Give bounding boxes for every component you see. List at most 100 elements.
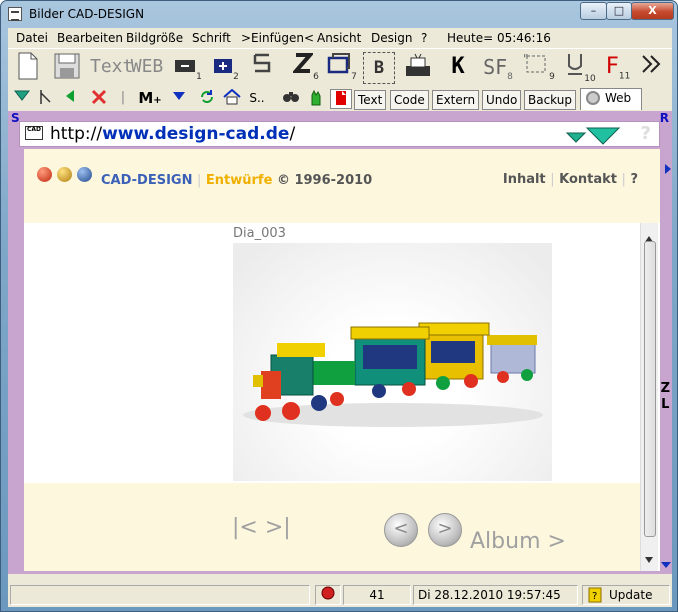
update-button[interactable]: ? Update — [582, 585, 670, 605]
triangle-down-green-icon — [13, 90, 31, 101]
menu-bildgroesse[interactable]: Bildgröße — [126, 31, 183, 45]
brand-sep: | — [196, 173, 202, 188]
blue-ball-icon — [77, 167, 92, 182]
text-tool-button[interactable]: Text — [90, 52, 133, 84]
frame-7-button[interactable]: 7 — [326, 52, 358, 84]
site-nav: Inhalt | Kontakt | ? — [503, 172, 638, 187]
menu-design[interactable]: Design — [371, 31, 412, 45]
app-icon — [8, 7, 22, 21]
next-slide-button[interactable]: > — [428, 513, 462, 547]
more-tools-button[interactable] — [638, 52, 664, 84]
help-faded-icon: ? — [640, 123, 651, 144]
url-input[interactable]: http://www.design-cad.de/ — [50, 124, 295, 144]
format-6-button[interactable]: 6 — [290, 52, 322, 84]
vertical-scrollbar[interactable] — [640, 223, 658, 571]
menu-einfuegen[interactable]: >Einfügen< — [241, 31, 314, 45]
delete-button[interactable] — [88, 89, 110, 109]
plus-small-icon: + — [153, 95, 162, 106]
insert-button-2[interactable]: 2 — [208, 52, 244, 84]
copyright: © 1996-2010 — [276, 173, 373, 188]
brand-name[interactable]: CAD-DESIGN — [101, 173, 192, 188]
sf-button[interactable]: SF8 — [480, 52, 516, 84]
tab-code[interactable]: Code — [390, 90, 429, 110]
radio-icon — [586, 91, 600, 105]
quote-box-icon: " — [523, 52, 546, 73]
side-label-l: L — [661, 397, 670, 412]
refresh-button[interactable] — [196, 89, 218, 109]
status-bar: 41 Di 28.12.2010 19:57:45 ? Update — [8, 583, 672, 607]
minimize-button[interactable]: – — [580, 2, 607, 20]
sub-10: 10 — [584, 74, 596, 84]
web-page: CAD-DESIGN | Entwürfe © 1996-2010 Inhalt… — [24, 149, 660, 571]
bold-button[interactable]: B — [363, 52, 395, 84]
dropdown-green-button[interactable] — [12, 89, 32, 109]
slide-caption: Dia_003 — [233, 226, 286, 241]
sub-8: 8 — [507, 72, 513, 82]
url-domain: www.design-cad.de — [102, 124, 290, 144]
tab-backup[interactable]: Backup — [524, 90, 576, 110]
nav-help[interactable]: ? — [630, 172, 638, 187]
status-count: 41 — [343, 585, 411, 605]
sub-11: 11 — [618, 71, 631, 82]
album-link[interactable]: Album > — [470, 529, 566, 554]
menu-ansicht[interactable]: Ansicht — [317, 31, 361, 45]
address-bar[interactable]: CAD http://www.design-cad.de/ ? — [19, 121, 660, 147]
dropdown-blue-button[interactable] — [168, 89, 190, 109]
sub-6: 6 — [313, 72, 319, 82]
cursor-button[interactable] — [36, 89, 56, 109]
cursor-icon — [40, 90, 51, 104]
sub-9: 9 — [549, 72, 555, 82]
u-glyph-icon — [568, 54, 583, 75]
link-entwuerfe[interactable]: Entwürfe — [206, 173, 273, 188]
main-toolbar: Text WEB 1 2 6 7 B K SF8 " 9 10 F11 — [8, 48, 672, 85]
back-button[interactable] — [60, 89, 80, 109]
side-label-z: Z — [660, 381, 670, 396]
side-arrow-right-icon — [665, 159, 671, 178]
save-button[interactable] — [52, 52, 82, 84]
site-header: CAD-DESIGN | Entwürfe © 1996-2010 Inhalt… — [24, 149, 660, 223]
s-menu-button[interactable]: S.. — [246, 89, 268, 109]
tab-web[interactable]: Web — [580, 88, 642, 110]
scroll-down-icon[interactable] — [645, 548, 653, 567]
hand-icon — [311, 89, 321, 106]
tab-text[interactable]: Text — [354, 90, 387, 110]
window-title: Bilder CAD-DESIGN — [29, 7, 145, 21]
k-button[interactable]: K — [444, 52, 472, 84]
svg-text:": " — [523, 52, 529, 66]
menu-help[interactable]: ? — [421, 31, 427, 45]
font-11-button[interactable]: F11 — [604, 52, 632, 84]
print-button[interactable] — [402, 52, 434, 84]
toy-train-photo[interactable] — [233, 243, 552, 481]
quote-9-button[interactable]: " 9 — [520, 52, 556, 84]
hand-button[interactable] — [305, 89, 327, 109]
find-button[interactable] — [280, 89, 302, 109]
maximize-button[interactable]: □ — [606, 2, 632, 20]
menu-datei[interactable]: Datei — [16, 31, 48, 45]
underline-10-button[interactable]: 10 — [564, 52, 598, 84]
menu-schrift[interactable]: Schrift — [192, 31, 231, 45]
web-tool-button[interactable]: WEB — [129, 52, 165, 84]
printer-icon — [406, 53, 430, 76]
history-dropdown-icon[interactable] — [565, 126, 621, 146]
nav-kontakt[interactable]: Kontakt — [559, 172, 617, 187]
double-chevron-right-icon — [642, 55, 661, 73]
menu-bearbeiten[interactable]: Bearbeiten — [57, 31, 123, 45]
url-suffix: / — [289, 124, 296, 144]
home-button[interactable] — [221, 88, 243, 109]
prev-slide-button[interactable]: < — [384, 513, 418, 547]
document-button[interactable] — [330, 89, 352, 109]
nav-inhalt[interactable]: Inhalt — [503, 172, 546, 187]
pager-first-last[interactable]: |< >| — [232, 515, 291, 540]
new-file-button[interactable] — [14, 52, 42, 84]
close-button[interactable]: X — [631, 2, 674, 20]
title-bar[interactable]: Bilder CAD-DESIGN – □ X — [1, 1, 677, 28]
tab-extern[interactable]: Extern — [432, 90, 480, 110]
tab-undo[interactable]: Undo — [482, 90, 522, 110]
scrollbar-thumb[interactable] — [644, 241, 656, 537]
paragraph-s-button[interactable] — [250, 52, 274, 84]
insert-button-1[interactable]: 1 — [170, 52, 206, 84]
macro-button[interactable]: M+ — [136, 89, 164, 109]
status-panel-empty — [10, 585, 310, 605]
gallery-area: Dia_003 — [24, 223, 640, 483]
arrow-left-green-icon — [66, 90, 74, 102]
